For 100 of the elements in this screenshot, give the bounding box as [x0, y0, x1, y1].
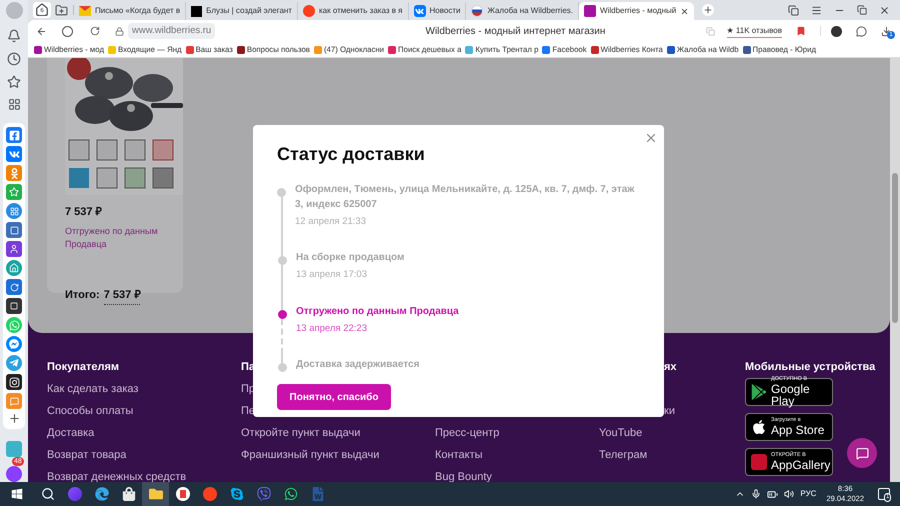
- mic-icon[interactable]: [751, 489, 762, 499]
- word-icon: [310, 487, 324, 501]
- circle-logo-icon: [302, 5, 315, 17]
- envelope-icon: [79, 6, 91, 16]
- download-icon[interactable]: [881, 26, 892, 36]
- store-bag-icon: [122, 487, 136, 501]
- step-time: 13 апреля 17:03: [296, 268, 368, 282]
- bookmark-icon[interactable]: [796, 26, 806, 36]
- browser-logo-icon[interactable]: [62, 26, 73, 36]
- lock-icon: [115, 26, 124, 36]
- grid-app-icon[interactable]: [6, 203, 22, 220]
- footer-link[interactable]: Франшизный пункт выдачи: [241, 449, 380, 461]
- collections-icon[interactable]: [788, 4, 799, 16]
- footer-link[interactable]: ки: [664, 405, 675, 417]
- step-label: Отгружено по данным Продавца: [296, 304, 459, 318]
- instagram-icon[interactable]: [6, 374, 22, 390]
- tab-title: как отменить заказ в я: [318, 5, 403, 17]
- user-app-icon[interactable]: [6, 241, 22, 258]
- new-folder-icon[interactable]: [55, 4, 68, 16]
- tab-title: Жалоба на Wildberries.: [487, 5, 574, 17]
- tab-title: Блузы | создай элегант: [206, 5, 292, 17]
- close-icon[interactable]: [879, 4, 890, 16]
- square-logo-icon: [584, 5, 596, 17]
- badge-title: AppGallery: [771, 458, 830, 471]
- footer-link[interactable]: Как сделать заказ: [47, 383, 138, 395]
- battery-icon[interactable]: [767, 488, 778, 500]
- volume-icon[interactable]: [784, 489, 794, 499]
- menu-icon[interactable]: [811, 4, 822, 16]
- reload-icon[interactable]: [90, 26, 100, 36]
- footer-link[interactable]: Возврат товара: [47, 449, 126, 461]
- bell-icon[interactable]: [7, 28, 21, 43]
- start-icon[interactable]: [11, 488, 23, 500]
- close-icon[interactable]: [680, 6, 690, 16]
- footer-link[interactable]: Контакты: [435, 449, 483, 461]
- grid-icon[interactable]: [8, 98, 20, 112]
- footer-link[interactable]: Bug Bounty: [435, 471, 492, 482]
- assistant-icon[interactable]: [6, 466, 22, 482]
- footer-heading: Покупателям: [47, 361, 120, 373]
- odnoklassniki-icon[interactable]: [6, 165, 22, 182]
- footer-link[interactable]: Возврат денежных средств: [47, 471, 186, 482]
- footer-link[interactable]: Пресс-центр: [435, 427, 500, 439]
- chat-icon: [856, 446, 868, 460]
- facebook-icon[interactable]: [6, 127, 22, 144]
- browser-icon: [176, 487, 190, 501]
- step-time: 12 апреля 21:33: [295, 215, 367, 229]
- rating-link[interactable]: ★ 11K отзывов: [726, 24, 782, 38]
- price: 7 537 ₽: [65, 205, 103, 220]
- apple-icon: [751, 419, 767, 435]
- chat-icon[interactable]: [856, 26, 867, 36]
- page-title: Wildberries - модный интернет магазин: [424, 24, 606, 38]
- app-gallery-icon: [751, 454, 767, 470]
- new-tab-icon[interactable]: [702, 4, 714, 16]
- footer-link[interactable]: Телеграм: [599, 449, 648, 461]
- total-label: Итого:: [65, 288, 100, 303]
- footer-link[interactable]: YouTube: [599, 427, 642, 439]
- viber-icon: [256, 487, 270, 501]
- browser-tab[interactable]: Wildberries - модный: [579, 2, 694, 20]
- square-app-icon[interactable]: [6, 298, 22, 314]
- house-app-icon[interactable]: [6, 260, 22, 276]
- browser-icon: [94, 487, 108, 501]
- vk-icon: [414, 5, 426, 17]
- language-indicator[interactable]: РУС: [800, 488, 816, 500]
- square-logo-icon: [191, 6, 202, 16]
- folder-icon: [148, 487, 162, 501]
- step-time: 13 апреля 22:23: [296, 322, 368, 336]
- badge-title: App Store: [771, 424, 824, 436]
- footer-link[interactable]: Способы оплаты: [47, 405, 134, 417]
- dialog-title: Статус доставки: [277, 143, 426, 165]
- search-icon: [40, 487, 54, 501]
- vk-icon[interactable]: [6, 146, 22, 162]
- tab-title: Письмо «Когда будет в: [95, 5, 180, 17]
- total-amount: 7 537 ₽: [104, 287, 140, 304]
- status-link[interactable]: Отгружено по данным Продавца: [65, 224, 165, 250]
- step-label: Доставка задерживается: [296, 358, 420, 372]
- refresh-app-icon[interactable]: [6, 279, 22, 296]
- step-label: Оформлен, Тюмень, улица Мельникайте, д. 125А, кв. 7, дмф. 7, этаж 3, индекс 625007: [295, 183, 636, 212]
- chat-button[interactable]: [847, 438, 877, 468]
- circle-app-icon: [68, 487, 82, 501]
- star-app-icon[interactable]: [6, 184, 22, 200]
- tab-title: Wildberries - модный: [600, 5, 676, 17]
- avatar-icon[interactable]: [831, 26, 842, 36]
- footer-heading: ях: [663, 361, 677, 373]
- footer-link[interactable]: Откройте пункт выдачи: [241, 427, 360, 439]
- step-label: На сборке продавцом: [296, 251, 404, 266]
- badge-title: Google Play: [771, 382, 811, 407]
- skype-icon: [230, 487, 244, 501]
- address-field[interactable]: www.wildberries.ru: [128, 22, 216, 40]
- scrollbar[interactable]: [890, 58, 900, 482]
- footer-link[interactable]: Доставка: [47, 427, 94, 439]
- add-icon[interactable]: [8, 412, 20, 426]
- whatsapp-icon: [284, 487, 298, 501]
- play-triangle-icon: [751, 384, 767, 400]
- confirm-button[interactable]: Понятно, спасибо: [277, 384, 391, 410]
- clock-icon[interactable]: [7, 52, 21, 66]
- tab-title: Новости: [430, 5, 460, 17]
- star-icon[interactable]: [7, 74, 21, 88]
- circle-app-icon: [202, 487, 216, 501]
- restore-icon[interactable]: [857, 5, 867, 15]
- messenger-icon[interactable]: [6, 336, 22, 352]
- back-icon[interactable]: [36, 26, 47, 36]
